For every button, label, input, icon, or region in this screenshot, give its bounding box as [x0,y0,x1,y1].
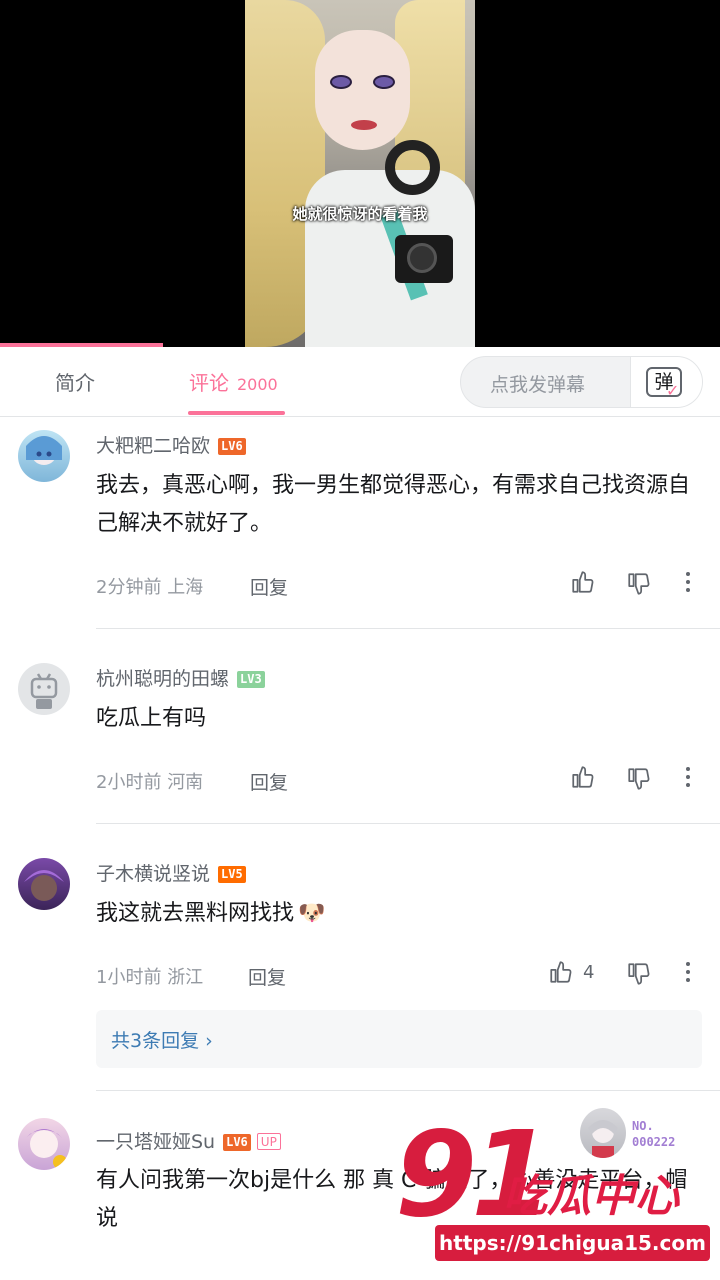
video-figure-lips [351,120,377,130]
dislike-icon[interactable] [626,961,652,993]
like-count: 4 [583,962,595,983]
avatar[interactable] [18,430,70,482]
video-figure-face [315,30,410,150]
more-options-icon[interactable] [678,959,698,991]
video-figure-eye [330,75,352,89]
check-icon: ✓ [666,381,680,400]
camera-lens [407,243,437,273]
comment-time: 2小时前 [96,772,162,793]
avatar-anime-icon [26,1129,67,1169]
video-figure-eye [373,75,395,89]
tab-comments[interactable]: 评论 2000 [189,367,278,396]
video-player[interactable]: 她就很惊讶的看着我 [0,0,720,347]
avatar-anime-icon [26,436,62,465]
divider [96,628,720,629]
comment-time: 2分钟前 [96,577,162,598]
comment-location: 浙江 [167,967,204,988]
avatar-anime-icon [24,870,64,901]
video-frame: 她就很惊讶的看着我 [245,0,475,347]
username-text: 杭州聪明的田螺 [96,668,230,690]
view-replies-label: 共3条回复 › [111,1030,213,1052]
more-options-icon[interactable] [678,569,698,601]
fan-badge-value: 000222 [632,1135,676,1149]
comment-location: 河南 [167,772,204,793]
doge-emoji-icon: 🐶 [298,901,326,926]
fan-badge-number: NO. 000222 [632,1118,675,1150]
video-figure-headphone [385,140,440,195]
fan-badge-label: NO. [632,1119,654,1133]
comment-username[interactable]: 子木横说竖说 LV5 [96,859,246,886]
danmaku-input[interactable]: 点我发弹幕 弹 ✓ [460,356,703,408]
tab-bar: 简介 评论 2000 点我发弹幕 弹 ✓ [0,347,720,417]
comment-text: 我这就去黑料网找找 🐶 [96,895,706,933]
level-badge: LV6 [218,438,246,455]
username-text: 大粑粑二哈欧 [96,435,211,457]
avatar[interactable] [18,1118,70,1170]
reply-button[interactable]: 回复 [248,963,286,990]
tab-comments-count: 2000 [237,375,278,394]
fan-avatar-icon [588,1120,618,1158]
reply-button[interactable]: 回复 [250,573,288,600]
video-figure-camera [395,235,453,283]
comment-meta: 2分钟前 上海 [96,573,203,599]
comment-username[interactable]: 杭州聪明的田螺 LV3 [96,664,265,691]
like-icon[interactable] [570,569,596,601]
comment-time: 1小时前 [96,967,162,988]
danmaku-toggle-button[interactable]: 弹 ✓ [630,357,702,407]
tab-comments-label: 评论 [189,371,229,395]
level-badge: LV6 [223,1134,251,1151]
comment-text-body: 我这就去黑料网找找 [96,901,295,926]
divider [96,823,720,824]
fan-badge-avatar [580,1108,626,1158]
video-subtitle: 她就很惊讶的看着我 [292,205,428,223]
comment-text: 吃瓜上有吗 [96,706,207,731]
username-text: 一只塔娅娅Su [96,1131,216,1153]
comment-text: 我去，真恶心啊，我一男生都觉得恶心，有需求自己找资源自己解决不就好了。 [96,473,691,536]
username-text: 子木横说竖说 [96,863,211,885]
comment-meta: 1小时前 浙江 [96,963,203,989]
comment-username[interactable]: 一只塔娅娅Su LV6 UP [96,1127,281,1154]
view-replies-button[interactable]: 共3条回复 › [96,1010,702,1068]
danmaku-placeholder: 点我发弹幕 [490,374,586,396]
comment-meta: 2小时前 河南 [96,768,203,794]
reply-button[interactable]: 回复 [250,768,288,795]
avatar[interactable] [18,663,70,715]
comment-username[interactable]: 大粑粑二哈欧 LV6 [96,431,246,458]
dislike-icon[interactable] [626,766,652,798]
dislike-icon[interactable] [626,571,652,603]
like-icon[interactable] [570,764,596,796]
like-icon[interactable] [548,959,574,991]
up-badge: UP [256,1133,281,1150]
tab-intro[interactable]: 简介 [55,367,95,396]
default-avatar-icon [30,673,58,709]
comment-location: 上海 [167,577,204,598]
level-badge: LV5 [218,866,246,883]
tab-active-indicator [188,411,285,415]
more-options-icon[interactable] [678,764,698,796]
avatar[interactable] [18,858,70,910]
level-badge: LV3 [237,671,265,688]
comment-text: 有人问我第一次bj是什么 那 真 C 骗走了，心善没走平台，帽 说 [96,1168,688,1231]
divider [96,1090,720,1091]
